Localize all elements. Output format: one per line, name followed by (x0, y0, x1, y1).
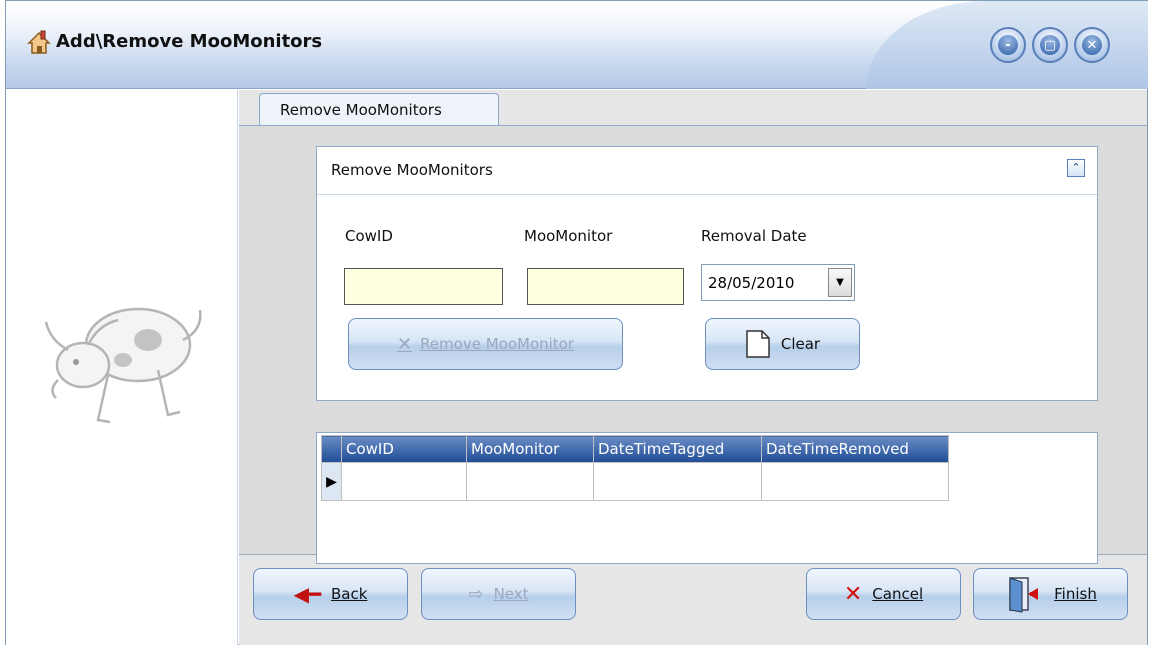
next-button-label: Next (493, 585, 529, 603)
column-header-datetimeremoved[interactable]: DateTimeRemoved (761, 435, 949, 463)
maximize-icon: ▢ (1040, 35, 1060, 55)
finish-button-label: Finish (1054, 585, 1097, 603)
row-header-corner (321, 435, 342, 463)
back-arrow-icon: ◀━ (293, 582, 321, 606)
minimize-icon: - (998, 35, 1018, 55)
next-button[interactable]: ⇨ Next (421, 568, 576, 620)
data-grid-table: CowID MooMonitor DateTimeTagged DateTime… (321, 435, 949, 501)
group-title: Remove MooMonitors ⌃ (317, 147, 1097, 195)
side-panel (6, 90, 238, 645)
tab-page: Remove MooMonitors ⌃ CowID MooMonitor Re… (239, 125, 1147, 564)
cowid-input[interactable] (344, 268, 503, 305)
exit-door-icon (1009, 577, 1039, 613)
next-arrow-icon: ⇨ (468, 583, 484, 605)
dropdown-arrow-icon[interactable]: ▼ (828, 268, 852, 297)
remove-button-label: Remove MooMonitor (420, 335, 575, 353)
title-bar: Add\Remove MooMonitors - ▢ ✕ (6, 1, 1148, 89)
removal-date-value: 28/05/2010 (708, 274, 795, 292)
column-header-datetimetagged[interactable]: DateTimeTagged (593, 435, 762, 463)
back-button[interactable]: ◀━ Back (253, 568, 408, 620)
moomonitor-input[interactable] (527, 268, 684, 305)
removal-date-label: Removal Date (701, 227, 807, 245)
finish-button[interactable]: Finish (973, 568, 1128, 620)
column-header-cowid[interactable]: CowID (341, 435, 467, 463)
cell-datetimeremoved[interactable] (761, 462, 949, 501)
cow-logo-icon (44, 307, 202, 424)
cowid-label: CowID (345, 227, 393, 245)
clear-button-label: Clear (780, 335, 821, 353)
new-document-icon (746, 330, 770, 358)
moomonitor-label: MooMonitor (524, 227, 613, 245)
cancel-button-label: Cancel (872, 585, 924, 603)
maximize-button[interactable]: ▢ (1032, 27, 1068, 63)
remove-moomonitor-button[interactable]: ✕ Remove MooMonitor (348, 318, 623, 370)
remove-x-icon: ✕ (396, 333, 413, 355)
wizard-window: Add\Remove MooMonitors - ▢ ✕ Remove MooM… (5, 0, 1148, 645)
cancel-x-icon: ✕ (843, 581, 863, 607)
tab-remove-moomonitors[interactable]: Remove MooMonitors (259, 93, 499, 126)
cell-cowid[interactable] (341, 462, 467, 501)
clear-button[interactable]: Clear (705, 318, 860, 370)
table-row[interactable]: ▶ (321, 462, 949, 501)
group-title-text: Remove MooMonitors (331, 161, 493, 179)
column-header-moomonitor[interactable]: MooMonitor (466, 435, 594, 463)
cancel-button[interactable]: ✕ Cancel (806, 568, 961, 620)
grid-header-row: CowID MooMonitor DateTimeTagged DateTime… (321, 435, 949, 463)
moomonitor-grid: CowID MooMonitor DateTimeTagged DateTime… (316, 432, 1098, 564)
double-chevron-up-icon[interactable]: ⌃ (1067, 159, 1085, 177)
removal-date-picker[interactable]: 28/05/2010 ▼ (701, 264, 855, 301)
close-button[interactable]: ✕ (1074, 27, 1110, 63)
add-remove-icon (27, 30, 51, 54)
remove-group: Remove MooMonitors ⌃ CowID MooMonitor Re… (316, 146, 1098, 401)
current-row-arrow-icon: ▶ (321, 462, 342, 501)
window-title: Add\Remove MooMonitors (56, 31, 323, 52)
close-icon: ✕ (1082, 35, 1102, 55)
back-button-label: Back (331, 585, 368, 603)
cell-datetimetagged[interactable] (593, 462, 762, 501)
content-area: Remove MooMonitors Remove MooMonitors ⌃ … (239, 90, 1147, 645)
minimize-button[interactable]: - (990, 27, 1026, 63)
cell-moomonitor[interactable] (466, 462, 594, 501)
